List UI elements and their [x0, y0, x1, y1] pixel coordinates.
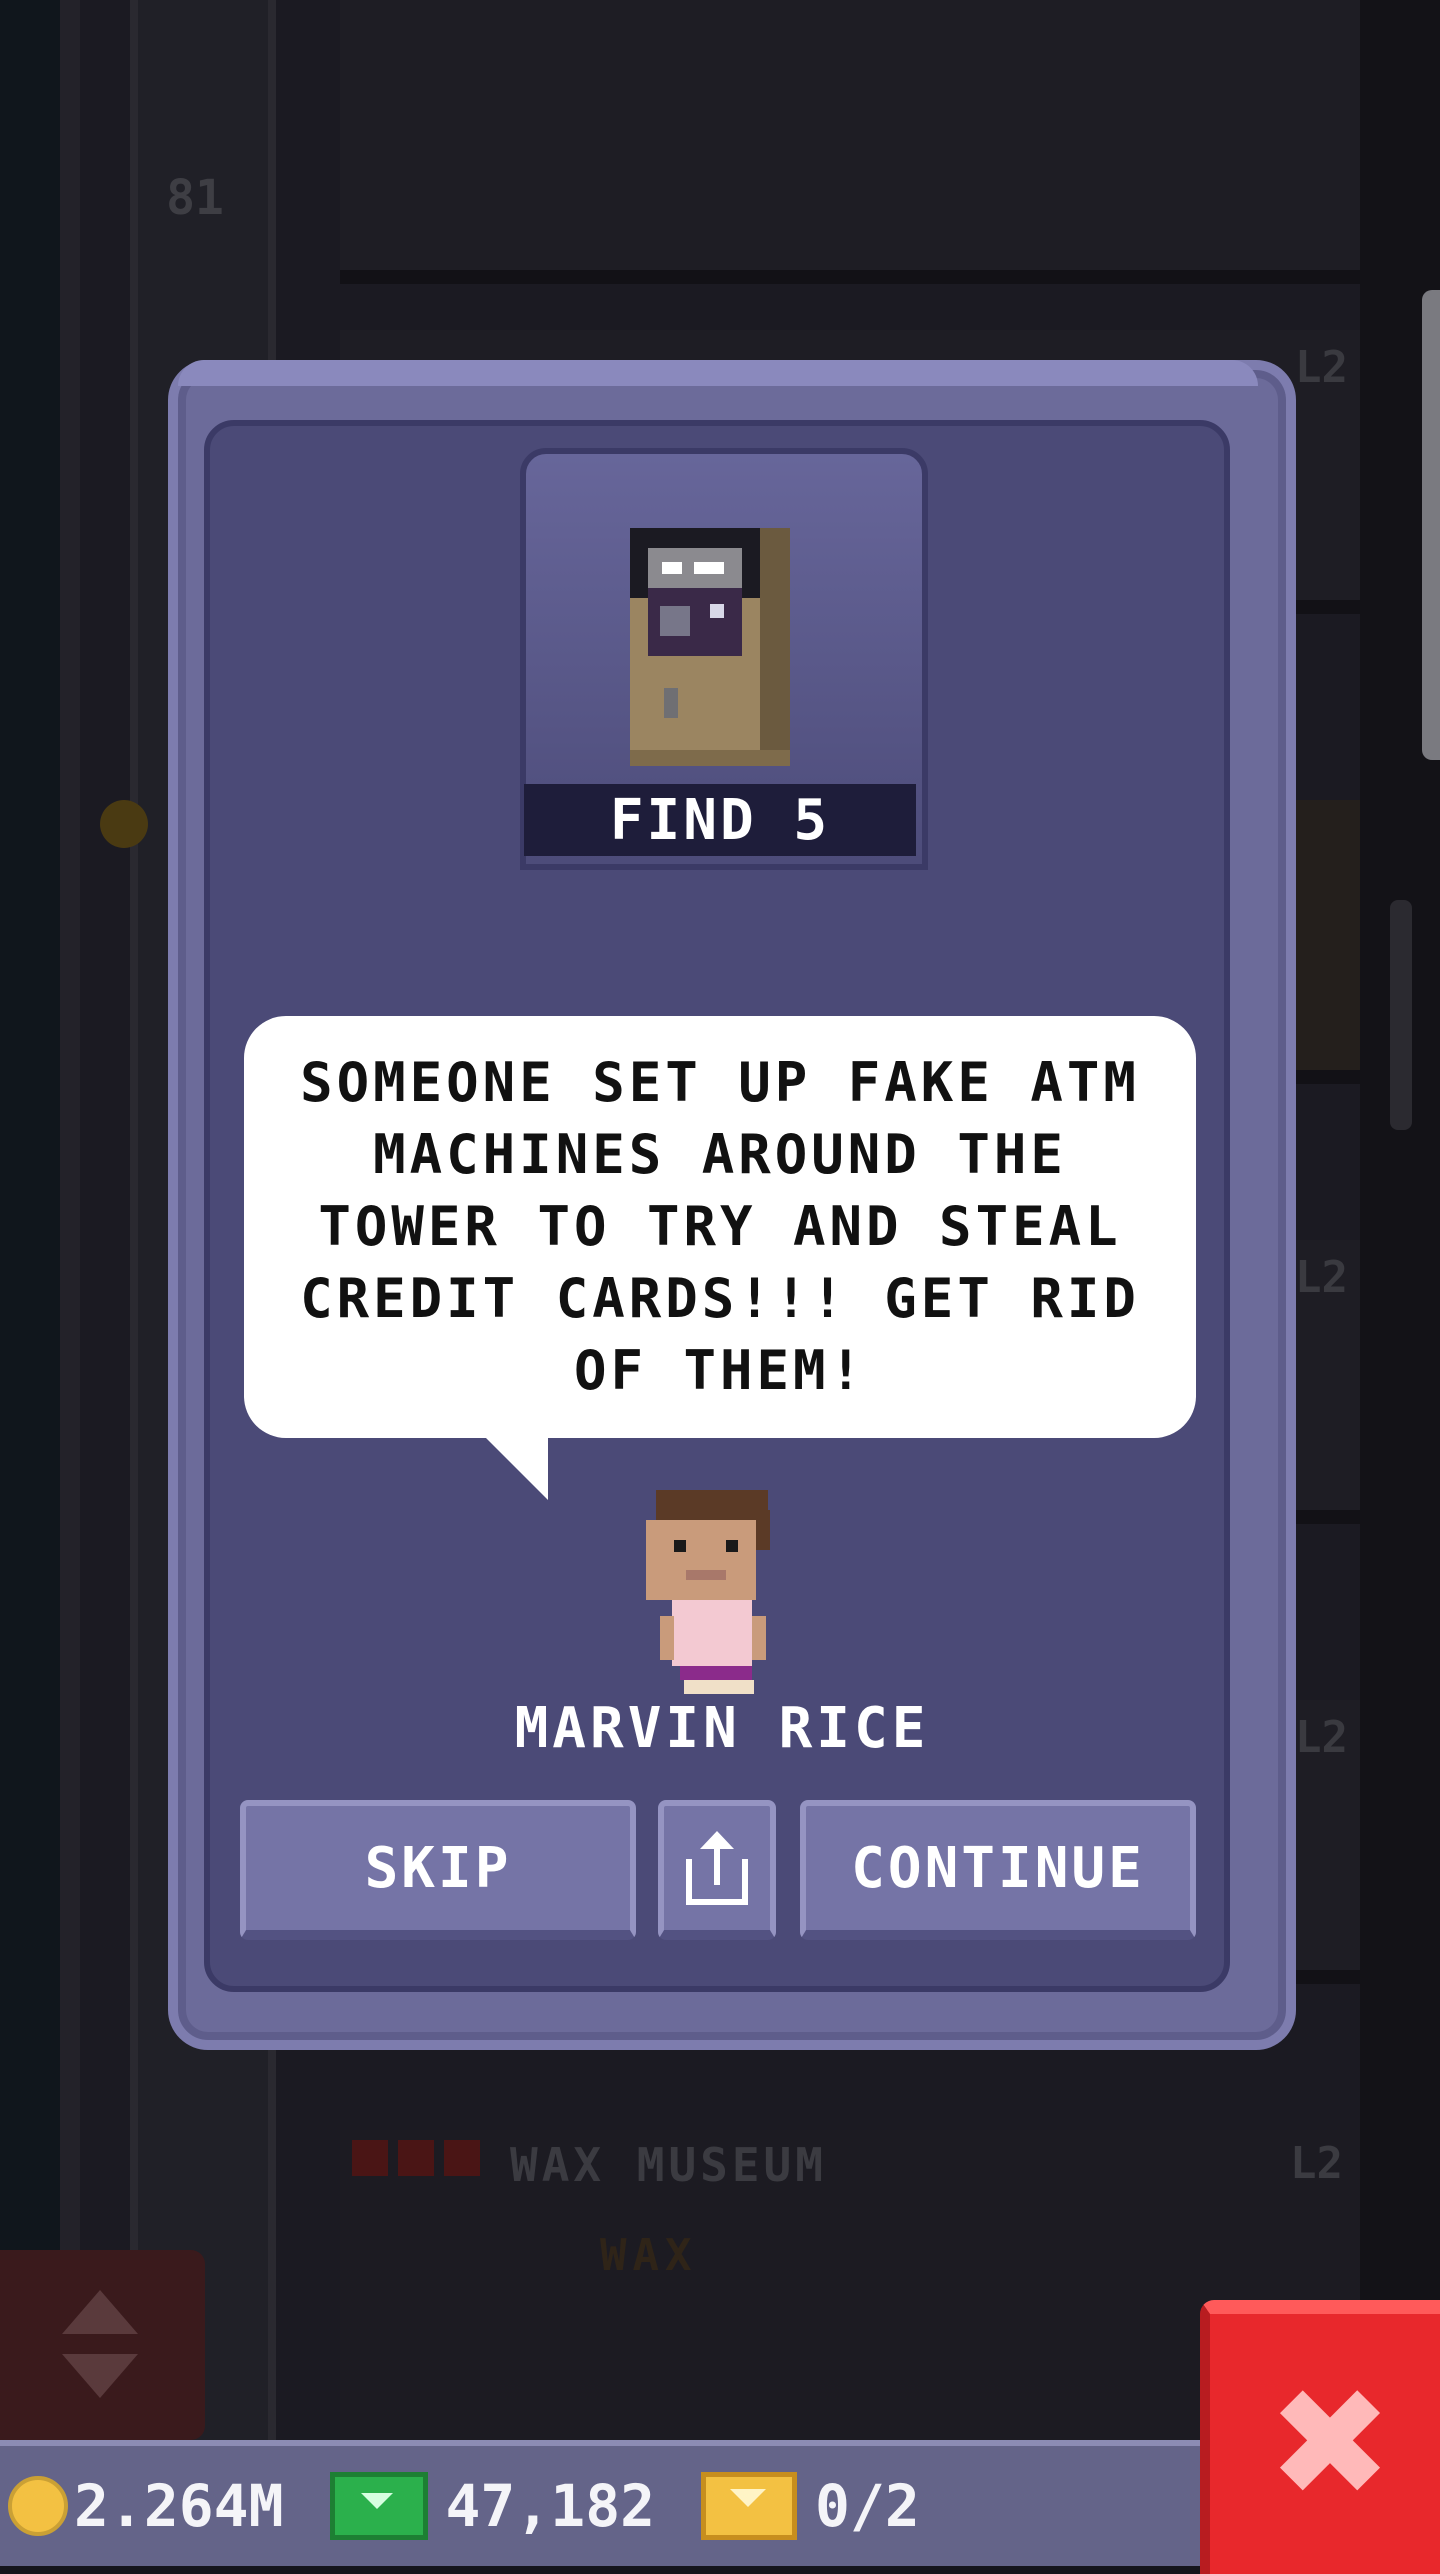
ticket-icon [701, 2472, 798, 2540]
avatar-mouth [686, 1570, 726, 1580]
arrow-up-icon [62, 2290, 138, 2334]
floor-row [340, 0, 1360, 284]
wax-sign: WAX [600, 2230, 698, 2281]
speech-bubble: SOMEONE SET UP FAKE ATM MACHINES AROUND … [244, 1016, 1196, 1438]
speech-bubble-tail [484, 1436, 548, 1500]
coins-counter: 2.264M [0, 2472, 284, 2540]
share-button[interactable] [658, 1800, 776, 1940]
avatar-arm [752, 1616, 766, 1660]
coin-icon [8, 2476, 68, 2536]
character-name: MARVIN RICE [514, 1696, 930, 1761]
wax-floor-name: WAX MUSEUM [510, 2138, 827, 2192]
floor-level-tag: L2 [1295, 342, 1348, 393]
avatar-eye [726, 1540, 738, 1552]
scroll-handle[interactable] [1422, 290, 1440, 760]
floor-level-tag: L2 [1295, 1712, 1348, 1763]
dialog-top-lip [178, 360, 1258, 386]
avatar-shirt [672, 1600, 752, 1666]
star-icon [352, 2140, 388, 2176]
tower-scrollbar[interactable] [1390, 900, 1412, 1130]
skip-button[interactable]: SKIP [240, 1800, 636, 1940]
avatar-face [646, 1520, 756, 1600]
atm-base [630, 750, 790, 766]
floor-number: 81 [166, 170, 224, 226]
arrow-down-icon [62, 2354, 138, 2398]
elevator-button[interactable] [0, 2250, 205, 2440]
avatar-eye [674, 1540, 686, 1552]
wax-floor-tag: L2 [1290, 2138, 1343, 2189]
find-count-label: FIND 5 [524, 784, 916, 856]
character-avatar [646, 1490, 780, 1695]
tickets-counter: 0/2 [691, 2472, 920, 2540]
share-icon-arrow [700, 1831, 734, 1849]
elevator-shaft [0, 0, 60, 2440]
atm-panel [648, 588, 742, 656]
atm-side [760, 528, 790, 766]
share-icon [686, 1831, 748, 1905]
avatar-shoes [684, 1680, 754, 1694]
floor-level-tag: L2 [1295, 1252, 1348, 1303]
coins-value: 2.264M [74, 2472, 284, 2540]
avatar-hair-side [754, 1510, 770, 1550]
close-button[interactable]: ✖ [1200, 2300, 1440, 2574]
skip-button-label: SKIP [364, 1835, 512, 1901]
mission-text: SOMEONE SET UP FAKE ATM MACHINES AROUND … [300, 1051, 1140, 1402]
bux-icon [329, 2472, 428, 2540]
atm-screen [648, 548, 742, 588]
floor-stars [352, 2140, 480, 2176]
avatar-arm [660, 1616, 674, 1660]
floor-coin-icon [100, 800, 148, 848]
tickets-value: 0/2 [815, 2472, 920, 2540]
avatar-pants [680, 1666, 752, 1680]
continue-button-label: CONTINUE [851, 1835, 1145, 1901]
star-icon [398, 2140, 434, 2176]
status-bar: 2.264M 47,182 0/2 [0, 2440, 1200, 2566]
bux-value: 47,182 [445, 2472, 656, 2540]
shaft-edge [60, 0, 80, 2440]
continue-button[interactable]: CONTINUE [800, 1800, 1196, 1940]
star-icon [444, 2140, 480, 2176]
bux-counter: 47,182 [320, 2472, 656, 2540]
atm-slot [664, 688, 678, 718]
close-icon: ✖ [1267, 2357, 1393, 2531]
